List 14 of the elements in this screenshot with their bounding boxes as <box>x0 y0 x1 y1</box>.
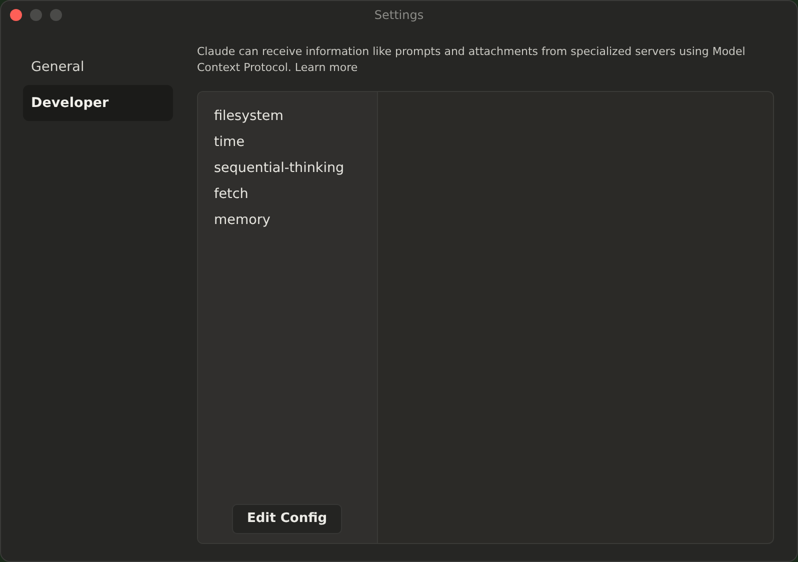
learn-more-link[interactable]: Learn more <box>294 61 358 74</box>
server-item[interactable]: fetch <box>214 181 377 207</box>
server-item[interactable]: memory <box>214 207 377 233</box>
close-button[interactable] <box>10 9 22 21</box>
edit-config-button[interactable]: Edit Config <box>232 504 342 534</box>
server-item[interactable]: filesystem <box>214 103 377 129</box>
zoom-button[interactable] <box>50 9 62 21</box>
sidebar-item[interactable]: General <box>23 49 173 85</box>
window-title: Settings <box>374 7 424 24</box>
sidebar-item[interactable]: Developer <box>23 85 173 121</box>
description-text: Claude can receive information like prompts and attachments from specialized servers using Model Context Protocol. Learn more <box>197 44 746 76</box>
minimize-button[interactable] <box>30 9 42 21</box>
server-item[interactable]: time <box>214 129 377 155</box>
server-item[interactable]: sequential-thinking <box>214 155 377 181</box>
